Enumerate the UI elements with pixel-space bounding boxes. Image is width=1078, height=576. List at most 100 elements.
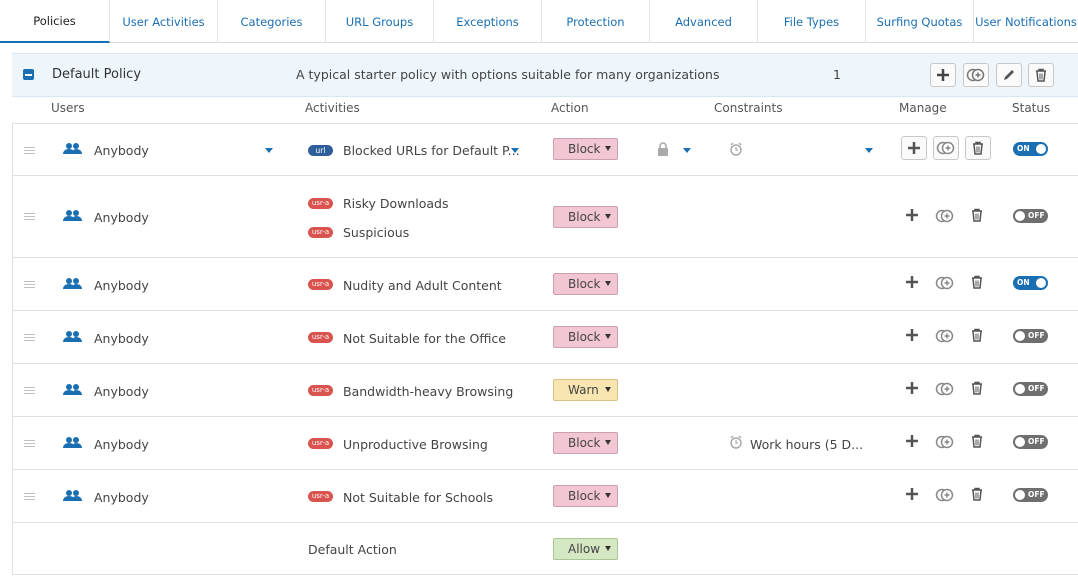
plus-icon[interactable] [905,434,925,452]
users-icon [63,331,82,342]
trash-icon[interactable] [971,434,991,452]
plus-icon[interactable] [905,328,925,346]
url-badge-icon: url [308,145,333,156]
action-select[interactable]: Block [553,273,618,295]
activity-label: Unproductive Browsing [343,437,488,452]
clone-icon [966,68,985,82]
trash-icon[interactable] [971,381,991,399]
tab-policies[interactable]: Policies [0,0,110,43]
action-select[interactable]: Block [553,138,618,160]
activity-label: Suspicious [343,225,410,240]
plus-icon[interactable] [905,381,925,399]
drag-handle-icon[interactable] [24,493,35,500]
user-label: Anybody [94,210,149,225]
clone-icon [936,141,955,155]
collapse-icon[interactable] [23,69,34,80]
drag-handle-icon[interactable] [24,440,35,447]
trash-icon [1036,68,1046,82]
table-row: Anybody usr-a Not Suitable for the Offic… [12,311,1078,364]
clone-icon[interactable] [935,209,955,227]
status-toggle[interactable]: OFF [1013,209,1048,223]
tab-user-notifications[interactable]: User Notifications [974,0,1078,43]
status-toggle[interactable]: OFF [1013,488,1048,502]
delete-policy-button[interactable] [1028,63,1054,87]
action-select[interactable]: Warn [553,379,618,401]
user-label: Anybody [94,384,149,399]
status-toggle[interactable]: OFF [1013,435,1048,449]
action-select[interactable]: Block [553,432,618,454]
tab-protection[interactable]: Protection [542,0,650,43]
trash-icon[interactable] [971,487,991,505]
plus-icon[interactable] [905,208,925,226]
action-select[interactable]: Block [553,485,618,507]
users-icon [63,210,82,221]
activity-badge-icon: usr-a [308,198,333,209]
add-button[interactable] [901,136,927,160]
policy-name: Default Policy [52,67,142,82]
table-row: Anybody usr-a Unproductive Browsing Bloc… [12,417,1078,470]
status-toggle[interactable]: ON [1013,142,1048,156]
default-action-label: Default Action [308,542,397,557]
clone-icon[interactable] [935,276,955,294]
pencil-icon [1004,70,1014,80]
user-label: Anybody [94,331,149,346]
action-select[interactable]: Block [553,206,618,228]
tab-file-types[interactable]: File Types [758,0,866,43]
constraint-dropdown-icon[interactable] [865,148,873,153]
users-icon [63,490,82,501]
delete-button[interactable] [965,136,991,160]
tab-categories[interactable]: Categories [218,0,326,43]
add-rule-button[interactable] [930,63,956,87]
table-row: Anybody url Blocked URLs for Default P..… [12,123,1078,176]
action-select[interactable]: Block [553,326,618,348]
lock-icon[interactable] [657,142,669,156]
column-users: Users [51,101,85,115]
lock-dropdown-icon[interactable] [683,148,691,153]
drag-handle-icon[interactable] [24,334,35,341]
clock-icon[interactable] [729,142,743,156]
edit-policy-button[interactable] [996,63,1022,87]
default-action-row: Default Action Allow [12,523,1078,575]
clone-icon[interactable] [935,382,955,400]
drag-handle-icon[interactable] [24,213,35,220]
activity-badge-icon: usr-a [308,279,333,290]
tab-exceptions[interactable]: Exceptions [434,0,542,43]
drag-handle-icon[interactable] [24,281,35,288]
tab-user-activities[interactable]: User Activities [110,0,218,43]
plus-icon [937,69,949,81]
plus-icon[interactable] [905,487,925,505]
user-dropdown-icon[interactable] [265,148,273,153]
status-toggle[interactable]: OFF [1013,329,1048,343]
clock-icon [730,435,742,449]
activity-dropdown-icon[interactable] [511,148,519,153]
clone-icon[interactable] [935,435,955,453]
trash-icon [972,141,984,155]
user-label: Anybody [94,437,149,452]
column-manage: Manage [899,101,947,115]
trash-icon[interactable] [971,208,991,226]
action-value: Block [568,436,601,450]
clone-icon[interactable] [935,488,955,506]
trash-icon[interactable] [971,275,991,293]
clone-button[interactable] [933,136,959,160]
table-row: Anybody usr-a Risky Downloads usr-a Susp… [12,176,1078,258]
status-toggle[interactable]: ON [1013,276,1048,290]
tab-advanced[interactable]: Advanced [650,0,758,43]
status-toggle[interactable]: OFF [1013,382,1048,396]
tab-surfing-quotas[interactable]: Surfing Quotas [866,0,974,43]
constraint-label[interactable]: Work hours (5 D... [750,437,863,452]
table-row: Anybody usr-a Bandwidth-heavy Browsing W… [12,364,1078,417]
clone-policy-button[interactable] [963,63,989,87]
default-action-select[interactable]: Allow [553,538,618,560]
drag-handle-icon[interactable] [24,147,35,154]
tab-url-groups[interactable]: URL Groups [326,0,434,43]
drag-handle-icon[interactable] [24,387,35,394]
plus-icon[interactable] [905,275,925,293]
trash-icon[interactable] [971,328,991,346]
users-icon [63,143,82,154]
policy-header: Default Policy A typical starter policy … [12,53,1078,97]
action-value: Block [568,489,601,503]
activity-label: Risky Downloads [343,196,449,211]
clone-icon[interactable] [935,329,955,347]
activity-label: Nudity and Adult Content [343,278,502,293]
